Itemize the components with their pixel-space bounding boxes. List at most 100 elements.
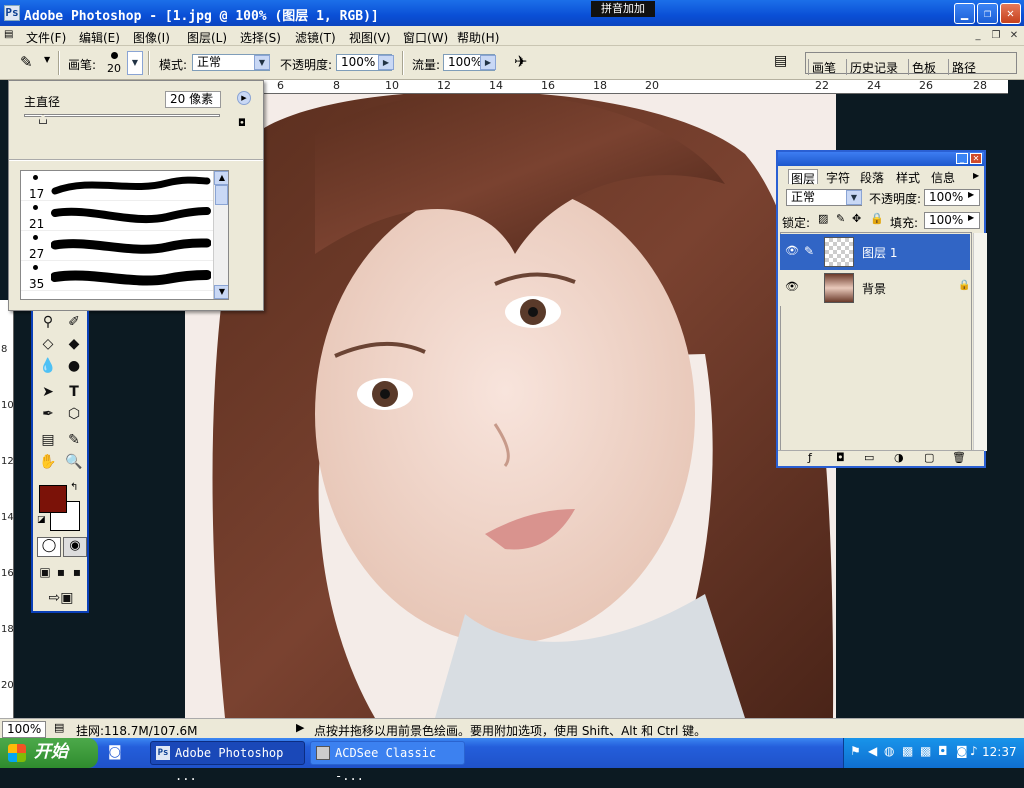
ime-indicator[interactable]: 拼音加加 [591, 1, 655, 17]
blend-mode-arrow[interactable]: ▼ [846, 190, 862, 205]
doc-close-icon[interactable]: ✕ [1006, 29, 1022, 43]
menu-window[interactable]: 窗口(W) [403, 29, 448, 46]
blur-icon[interactable]: 💧 [38, 357, 58, 375]
tab-styles[interactable]: 样式 [894, 169, 922, 185]
panel-minimize-icon[interactable]: _ [956, 153, 968, 164]
start-button[interactable]: 开始 [0, 738, 98, 768]
menu-layer[interactable]: 图层(L) [187, 29, 227, 46]
tool-preset-chevron-icon[interactable]: ▼ [44, 55, 50, 64]
fill-arrow[interactable]: ▶ [968, 213, 974, 222]
visibility-eye-icon[interactable]: 👁 [783, 280, 801, 296]
notes-icon[interactable]: ▤ [38, 431, 58, 449]
diameter-slider-track[interactable] [24, 114, 220, 117]
menu-select[interactable]: 选择(S) [240, 29, 281, 46]
scroll-down-icon[interactable]: ▼ [214, 285, 228, 299]
brush-tool-icon[interactable]: ✎ [20, 53, 33, 71]
close-button[interactable]: ✕ [1000, 3, 1021, 24]
brush-tip-icon[interactable] [111, 52, 118, 59]
paint-bucket-icon[interactable]: ◆ [64, 335, 84, 353]
doc-minimize-icon[interactable]: _ [970, 29, 986, 43]
well-tab-swatches[interactable]: 色板 [908, 59, 939, 75]
brush-preset-item[interactable]: 35 [21, 261, 213, 291]
menu-help[interactable]: 帮助(H) [457, 29, 499, 46]
zoom-icon[interactable]: 🔍 [64, 453, 84, 471]
layer-row-layer1[interactable]: 👁 ✎ 图层 1 [780, 234, 970, 270]
tab-paragraph[interactable]: 段落 [858, 169, 886, 185]
screen-mode-full-icon[interactable]: ▪ [67, 563, 87, 581]
brush-preset-item[interactable]: 27 [21, 231, 213, 261]
default-colors-icon[interactable]: ◪ [37, 515, 46, 525]
tab-info[interactable]: 信息 [929, 169, 957, 185]
shape-icon[interactable]: ⬡ [64, 405, 84, 423]
flow-slider-arrow[interactable]: ▶ [480, 55, 496, 70]
tab-character[interactable]: 字符 [824, 169, 852, 185]
tray-expand-icon[interactable]: ◀ [868, 744, 877, 758]
new-layer-icon[interactable]: ▢ [924, 451, 934, 464]
swap-colors-icon[interactable]: ↰ [70, 482, 78, 493]
brush-preset-item[interactable]: 17 [21, 171, 213, 201]
ime-tray-icon[interactable]: ⚑ [850, 744, 861, 758]
panel-menu-icon[interactable]: ▶ [973, 171, 979, 180]
eraser-icon[interactable]: ◇ [38, 335, 58, 353]
clock[interactable]: 12:37 [982, 745, 1017, 759]
adjustment-layer-icon[interactable]: ◑ [894, 451, 904, 464]
menu-view[interactable]: 视图(V) [349, 29, 391, 46]
lock-all-icon[interactable]: 🔒 [870, 212, 884, 225]
add-mask-icon[interactable]: ◘ [836, 451, 845, 464]
clone-stamp-icon[interactable]: ⚲ [38, 313, 58, 331]
task-acdsee[interactable]: ACDSee Classic -... [310, 741, 465, 783]
new-set-icon[interactable]: ▭ [864, 451, 874, 464]
brush-picker-dropdown[interactable]: ▼ [127, 51, 143, 75]
layer-style-icon[interactable]: ƒ [808, 451, 812, 464]
tab-layers[interactable]: 图层 [788, 169, 819, 186]
tray-app-icon[interactable]: ◙ [956, 744, 968, 758]
jump-to-imageready-icon[interactable]: ⇨▣ [37, 589, 85, 607]
doc-restore-icon[interactable]: ❐ [988, 29, 1004, 43]
photoshop-icon[interactable]: Ps [4, 5, 20, 21]
lock-position-icon[interactable]: ✥ [852, 212, 861, 225]
hand-icon[interactable]: ✋ [38, 453, 58, 471]
new-preset-icon[interactable]: ◘ [238, 118, 246, 129]
history-brush-icon[interactable]: ✐ [64, 313, 84, 331]
visibility-eye-icon[interactable]: 👁 [783, 244, 801, 260]
menu-filter[interactable]: 滤镜(T) [295, 29, 336, 46]
lock-transparency-icon[interactable]: ▨ [818, 212, 828, 225]
dodge-icon[interactable]: ● [64, 357, 84, 375]
mode-dropdown-arrow[interactable]: ▼ [254, 55, 270, 70]
doc-info-icon[interactable]: ▤ [54, 721, 64, 734]
document-canvas[interactable] [185, 94, 836, 718]
path-selection-icon[interactable]: ➤ [38, 383, 58, 401]
menu-file[interactable]: 文件(F) [26, 29, 66, 46]
well-tab-brushes[interactable]: 画笔 [808, 59, 839, 75]
minimize-button[interactable]: ▁ [954, 3, 975, 24]
opacity-slider-arrow[interactable]: ▶ [378, 55, 394, 70]
camera-icon[interactable]: ◘ [938, 744, 948, 758]
document-icon[interactable]: ▤ [4, 29, 13, 40]
brush-preset-item[interactable]: 21 [21, 201, 213, 231]
scroll-thumb[interactable] [215, 185, 228, 205]
quick-mask-icon[interactable]: ◉ [63, 537, 87, 557]
tray-app-icon[interactable]: ▩ [902, 744, 913, 758]
type-icon[interactable]: T [64, 383, 84, 401]
layer-row-background[interactable]: 👁 背景 🔒 [780, 270, 970, 306]
layer-opacity-arrow[interactable]: ▶ [968, 190, 974, 199]
foreground-color-swatch[interactable] [39, 485, 67, 513]
status-arrow-icon[interactable]: ▶ [296, 721, 304, 734]
lock-pixels-icon[interactable]: ✎ [836, 212, 845, 225]
menu-image[interactable]: 图像(I) [133, 29, 170, 46]
scroll-up-icon[interactable]: ▲ [214, 171, 228, 185]
layer-list-scrollbar[interactable] [973, 233, 987, 451]
picker-menu-icon[interactable]: ▶ [237, 91, 251, 105]
preset-scrollbar[interactable]: ▲ ▼ [213, 171, 228, 299]
menu-edit[interactable]: 编辑(E) [79, 29, 120, 46]
panel-close-icon[interactable]: ✕ [970, 153, 982, 164]
volume-icon[interactable]: ♪ [970, 744, 978, 758]
zoom-field[interactable]: 100% [2, 721, 46, 738]
well-tab-history[interactable]: 历史记录 [846, 59, 901, 75]
eyedropper-icon[interactable]: ✎ [64, 431, 84, 449]
pen-icon[interactable]: ✒ [38, 405, 58, 423]
task-photoshop[interactable]: Ps Adobe Photoshop ... [150, 741, 305, 783]
standard-mode-icon[interactable]: ◯ [37, 537, 61, 557]
airbrush-icon[interactable]: ✈ [514, 52, 527, 71]
quicklaunch-icon[interactable]: ◙ [108, 744, 122, 760]
